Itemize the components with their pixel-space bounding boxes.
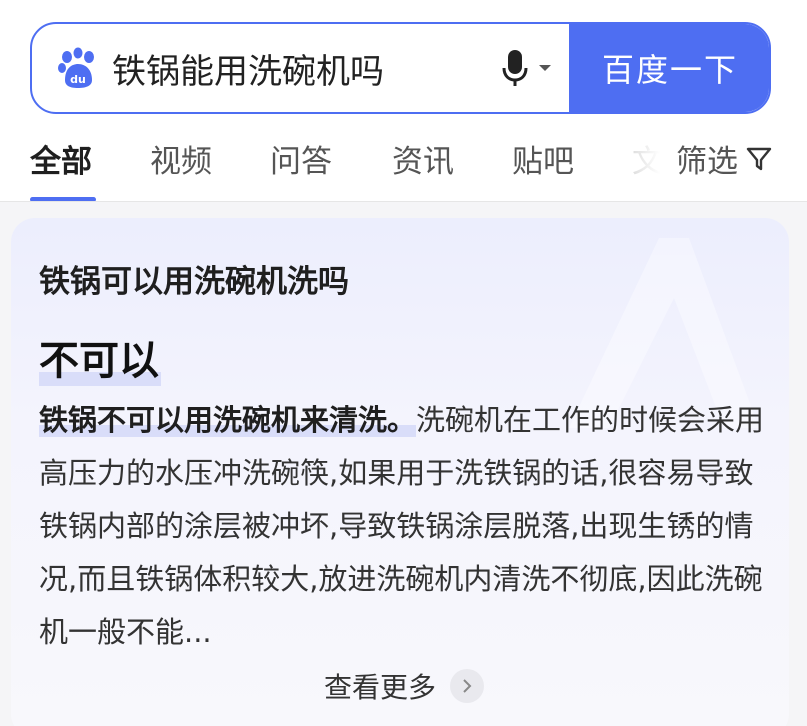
answer-body: 铁锅不可以用洗碗机来清洗。洗碗机在工作的时候会采用高压力的水压冲洗碗筷,如果用于… [39,394,769,659]
search-submit-button[interactable]: 百度一下 [569,24,769,112]
tab-qa[interactable]: 问答 [270,136,332,181]
ai-answer-card: 铁锅可以用洗碗机洗吗 不可以 铁锅不可以用洗碗机来清洗。洗碗机在工作的时候会采用… [11,218,789,726]
see-more-button[interactable]: 查看更多 [324,666,485,706]
svg-text:du: du [70,73,86,86]
funnel-icon [746,147,772,170]
answer-body-highlight: 铁锅不可以用洗碗机来清洗。 [39,403,417,437]
tab-tieba[interactable]: 贴吧 [512,136,574,181]
see-more-label: 查看更多 [324,671,437,704]
caret-down-icon [539,65,551,71]
tab-video[interactable]: 视频 [150,136,212,181]
tab-wenku[interactable]: 文 [632,136,663,181]
answer-body-text: 洗碗机在工作的时候会采用高压力的水压冲洗碗筷,如果用于洗铁锅的话,很容易导致铁锅… [39,403,765,649]
tab-news[interactable]: 资讯 [392,136,454,181]
microphone-icon [502,50,528,86]
search-input[interactable] [112,38,482,98]
voice-search-button[interactable] [502,48,552,88]
tab-all[interactable]: 全部 [30,136,92,181]
filter-label: 筛选 [676,144,738,180]
baidu-logo-icon: du [58,47,94,88]
chevron-right-icon [450,669,485,703]
answer-verdict: 不可以 [39,328,161,386]
answer-question: 铁锅可以用洗碗机洗吗 [39,264,349,300]
search-bar: du 百度一下 [30,22,771,114]
search-tabs: 全部 视频 问答 资讯 贴吧 文 筛选 [0,128,807,202]
filter-button[interactable]: 筛选 [676,136,772,181]
